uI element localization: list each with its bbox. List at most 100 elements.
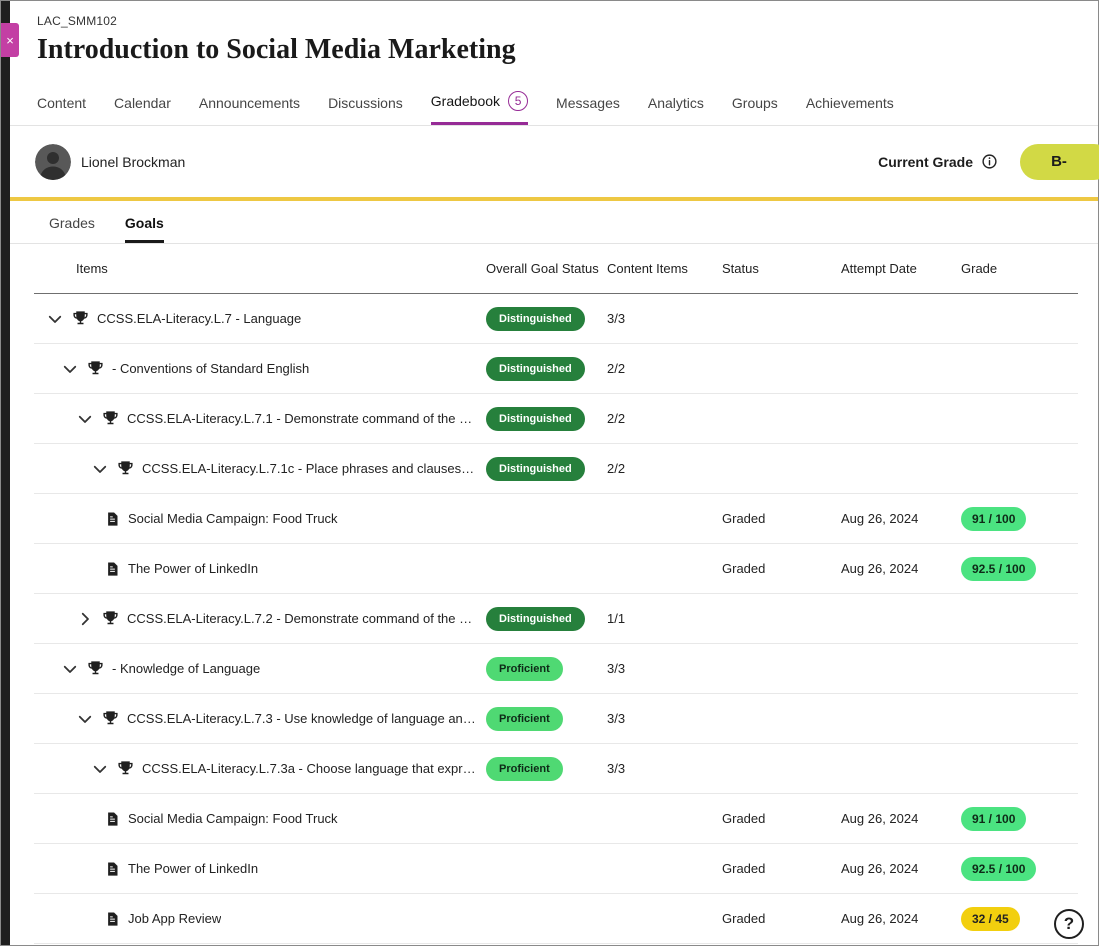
goal-status-badge: Proficient <box>486 757 563 781</box>
trophy-icon <box>102 710 119 727</box>
tab-label: Discussions <box>328 95 403 111</box>
collapse-chevron-icon[interactable] <box>76 710 94 728</box>
content-items-count: 1/1 <box>607 611 722 626</box>
attempt-date: Aug 26, 2024 <box>841 561 961 576</box>
tab-label: Groups <box>732 95 778 111</box>
goal-row: CCSS.ELA-Literacy.L.7.3a - Choose langua… <box>34 744 1078 794</box>
tab-label: Calendar <box>114 95 171 111</box>
item-row: The Power of LinkedIn GradedAug 26, 20249… <box>34 544 1078 594</box>
student-name: Lionel Brockman <box>81 154 185 170</box>
trophy-icon <box>102 610 119 627</box>
grade-pill: 92.5 / 100 <box>961 557 1036 581</box>
goal-row: - Knowledge of LanguageProficient3/3 <box>34 644 1078 694</box>
item-title: Social Media Campaign: Food Truck <box>128 511 338 526</box>
tab-label: Achievements <box>806 95 894 111</box>
course-header: LAC_SMM102 Introduction to Social Media … <box>10 1 1098 66</box>
tab-label: Content <box>37 95 86 111</box>
collapse-chevron-icon[interactable] <box>61 660 79 678</box>
goal-row: CCSS.ELA-Literacy.L.7 - LanguageDistingu… <box>34 294 1078 344</box>
document-icon <box>105 911 120 927</box>
collapse-chevron-icon[interactable] <box>61 360 79 378</box>
goal-label: CCSS.ELA-Literacy.L.7.1 - Demonstrate co… <box>127 411 476 426</box>
goal-row: CCSS.ELA-Literacy.L.7.1 - Demonstrate co… <box>34 394 1078 444</box>
grade-pill: 91 / 100 <box>961 507 1026 531</box>
current-grade-label: Current Grade <box>878 154 973 170</box>
tab-discussions[interactable]: Discussions <box>328 91 403 125</box>
content-items-count: 3/3 <box>607 761 722 776</box>
person-icon <box>35 144 71 180</box>
column-header: Grade <box>961 261 1078 276</box>
close-icon: × <box>6 33 14 48</box>
subtab-grades[interactable]: Grades <box>49 215 95 243</box>
course-id: LAC_SMM102 <box>37 14 1098 28</box>
course-title: Introduction to Social Media Marketing <box>37 34 1098 66</box>
table-body: CCSS.ELA-Literacy.L.7 - Language Distingu… <box>34 294 1078 944</box>
goal-status-badge: Distinguished <box>486 357 585 381</box>
goals-table: ItemsOverall Goal StatusContent ItemsSta… <box>10 244 1098 944</box>
column-header: Status <box>722 261 841 276</box>
status-text: Graded <box>722 861 841 876</box>
trophy-icon <box>87 660 104 677</box>
content-items-count: 3/3 <box>607 711 722 726</box>
column-header: Overall Goal Status <box>486 261 607 276</box>
student-bar: Lionel Brockman Current Grade B- <box>10 126 1098 197</box>
status-text: Graded <box>722 911 841 926</box>
tab-groups[interactable]: Groups <box>732 91 778 125</box>
trophy-icon <box>117 460 134 477</box>
status-text: Graded <box>722 811 841 826</box>
tab-calendar[interactable]: Calendar <box>114 91 171 125</box>
tab-achievements[interactable]: Achievements <box>806 91 894 125</box>
trophy-icon <box>87 360 104 377</box>
collapse-chevron-icon[interactable] <box>91 460 109 478</box>
document-icon <box>105 511 120 527</box>
content-items-count: 2/2 <box>607 361 722 376</box>
content-items-count: 3/3 <box>607 661 722 676</box>
collapse-chevron-icon[interactable] <box>76 410 94 428</box>
item-title: The Power of LinkedIn <box>128 561 258 576</box>
avatar <box>35 144 71 180</box>
goal-label: CCSS.ELA-Literacy.L.7.3a - Choose langua… <box>142 761 476 776</box>
tab-content[interactable]: Content <box>37 91 86 125</box>
item-title: Job App Review <box>128 911 221 926</box>
column-header: Attempt Date <box>841 261 961 276</box>
goal-label: CCSS.ELA-Literacy.L.7.3 - Use knowledge … <box>127 711 476 726</box>
tab-announcements[interactable]: Announcements <box>199 91 300 125</box>
tab-label: Messages <box>556 95 620 111</box>
grade-pill: 91 / 100 <box>961 807 1026 831</box>
status-text: Graded <box>722 511 841 526</box>
collapse-chevron-icon[interactable] <box>91 760 109 778</box>
goal-label: CCSS.ELA-Literacy.L.7.2 - Demonstrate co… <box>127 611 476 626</box>
item-row: Social Media Campaign: Food Truck GradedA… <box>34 494 1078 544</box>
expand-chevron-icon[interactable] <box>76 610 94 628</box>
subtab-goals[interactable]: Goals <box>125 215 164 243</box>
tab-gradebook[interactable]: Gradebook 5 <box>431 87 528 125</box>
tab-messages[interactable]: Messages <box>556 91 620 125</box>
tab-label: Gradebook <box>431 93 500 109</box>
goal-label: CCSS.ELA-Literacy.L.7 - Language <box>97 311 301 326</box>
info-icon[interactable] <box>981 153 998 170</box>
attempt-date: Aug 26, 2024 <box>841 861 961 876</box>
content-items-count: 2/2 <box>607 461 722 476</box>
collapse-chevron-icon[interactable] <box>46 310 64 328</box>
grade-pill: 92.5 / 100 <box>961 857 1036 881</box>
document-icon <box>105 811 120 827</box>
item-row: Social Media Campaign: Food TruckGradedA… <box>34 794 1078 844</box>
goal-status-badge: Distinguished <box>486 407 585 431</box>
item-title: Social Media Campaign: Food Truck <box>128 811 338 826</box>
trophy-icon <box>72 310 89 327</box>
help-button[interactable]: ? <box>1054 909 1084 939</box>
panel-close-button[interactable]: × <box>1 23 19 57</box>
gradebook-count-badge: 5 <box>508 91 528 111</box>
goal-row: CCSS.ELA-Literacy.L.7.2 - Demonstrate co… <box>34 594 1078 644</box>
content-items-count: 2/2 <box>607 411 722 426</box>
collapsed-sidebar-strip <box>1 1 10 945</box>
current-grade-pill: B- <box>1020 144 1099 180</box>
status-text: Graded <box>722 561 841 576</box>
table-header-row: ItemsOverall Goal StatusContent ItemsSta… <box>34 244 1078 294</box>
goal-label: CCSS.ELA-Literacy.L.7.1c - Place phrases… <box>142 461 476 476</box>
item-row: The Power of LinkedInGradedAug 26, 20249… <box>34 844 1078 894</box>
tab-analytics[interactable]: Analytics <box>648 91 704 125</box>
trophy-icon <box>102 410 119 427</box>
item-row: Job App ReviewGradedAug 26, 202432 / 45 <box>34 894 1078 944</box>
attempt-date: Aug 26, 2024 <box>841 511 961 526</box>
